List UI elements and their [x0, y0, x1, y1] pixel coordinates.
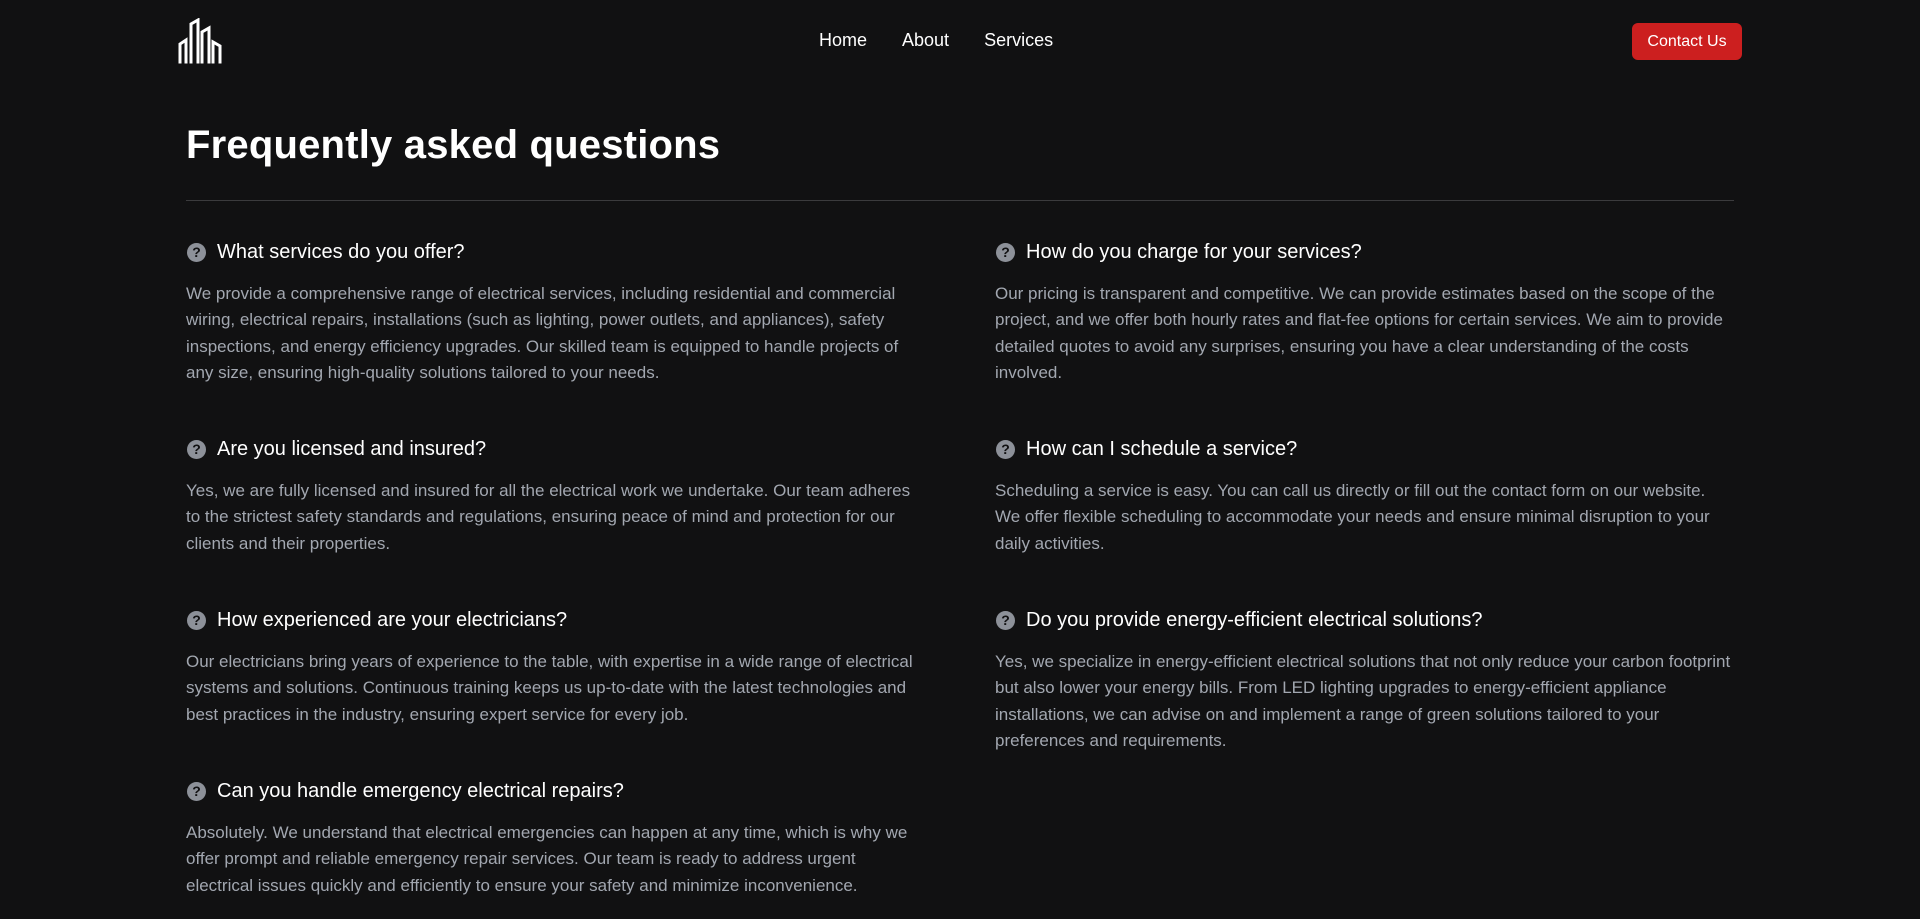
page: Home About Services Contact Us Frequentl…	[0, 0, 1920, 919]
question-circle-icon: ?	[996, 439, 1015, 459]
faq-answer: Our pricing is transparent and competiti…	[995, 284, 1723, 382]
faq-question-text: Can you handle emergency electrical repa…	[217, 780, 624, 802]
page-title: Frequently asked questions	[186, 123, 721, 167]
faq-question-text: Are you licensed and insured?	[217, 438, 487, 460]
question-circle-icon: ?	[996, 610, 1015, 630]
faq-question-text: How experienced are your electricians?	[217, 609, 568, 631]
logo[interactable]	[177, 18, 223, 64]
nav-services-link[interactable]: Services	[984, 29, 1053, 51]
faq-question-text: How do you charge for your services?	[1026, 241, 1362, 263]
city-buildings-logo-icon	[178, 18, 222, 64]
faq-question: ? How do you charge for your services?	[995, 237, 1735, 267]
faq-question: ? Do you provide energy-efficient electr…	[995, 605, 1735, 635]
faq-answer: We provide a comprehensive range of elec…	[186, 284, 899, 382]
faq-question-text: Do you provide energy-efficient electric…	[1026, 609, 1483, 631]
faq-answer: Yes, we are fully licensed and insured f…	[186, 481, 911, 553]
main-nav: Home About Services	[819, 29, 1053, 51]
nav-about-link[interactable]: About	[902, 29, 949, 51]
question-circle-icon: ?	[187, 242, 206, 262]
faq-question: ? Can you handle emergency electrical re…	[186, 776, 926, 806]
faq-item: ? Can you handle emergency electrical re…	[186, 776, 926, 899]
faq-answer: Yes, we specialize in energy-efficient e…	[995, 652, 1731, 750]
faq-question: ? What services do you offer?	[186, 237, 926, 267]
faq-item: ? How experienced are your electricians?…	[186, 605, 926, 728]
question-circle-icon: ?	[187, 610, 206, 630]
divider	[186, 200, 1734, 201]
faq-question-text: How can I schedule a service?	[1026, 438, 1298, 460]
faq-answer: Our electricians bring years of experien…	[186, 652, 913, 724]
faq-answer: Absolutely. We understand that electrica…	[186, 823, 908, 895]
faq-answer: Scheduling a service is easy. You can ca…	[995, 481, 1710, 553]
question-circle-icon: ?	[996, 242, 1015, 262]
faq-question-text: What services do you offer?	[217, 241, 465, 263]
faq-item: ? How do you charge for your services? O…	[995, 237, 1735, 386]
question-circle-icon: ?	[187, 439, 206, 459]
faq-item: ? How can I schedule a service? Scheduli…	[995, 434, 1735, 557]
faq-question: ? How can I schedule a service?	[995, 434, 1735, 464]
faq-item: ? Do you provide energy-efficient electr…	[995, 605, 1735, 754]
faq-item: ? Are you licensed and insured? Yes, we …	[186, 434, 926, 557]
faq-question: ? Are you licensed and insured?	[186, 434, 926, 464]
question-circle-icon: ?	[187, 781, 206, 801]
contact-us-button[interactable]: Contact Us	[1632, 23, 1742, 60]
nav-home-link[interactable]: Home	[819, 29, 867, 51]
faq-question: ? How experienced are your electricians?	[186, 605, 926, 635]
faq-item: ? What services do you offer? We provide…	[186, 237, 926, 386]
